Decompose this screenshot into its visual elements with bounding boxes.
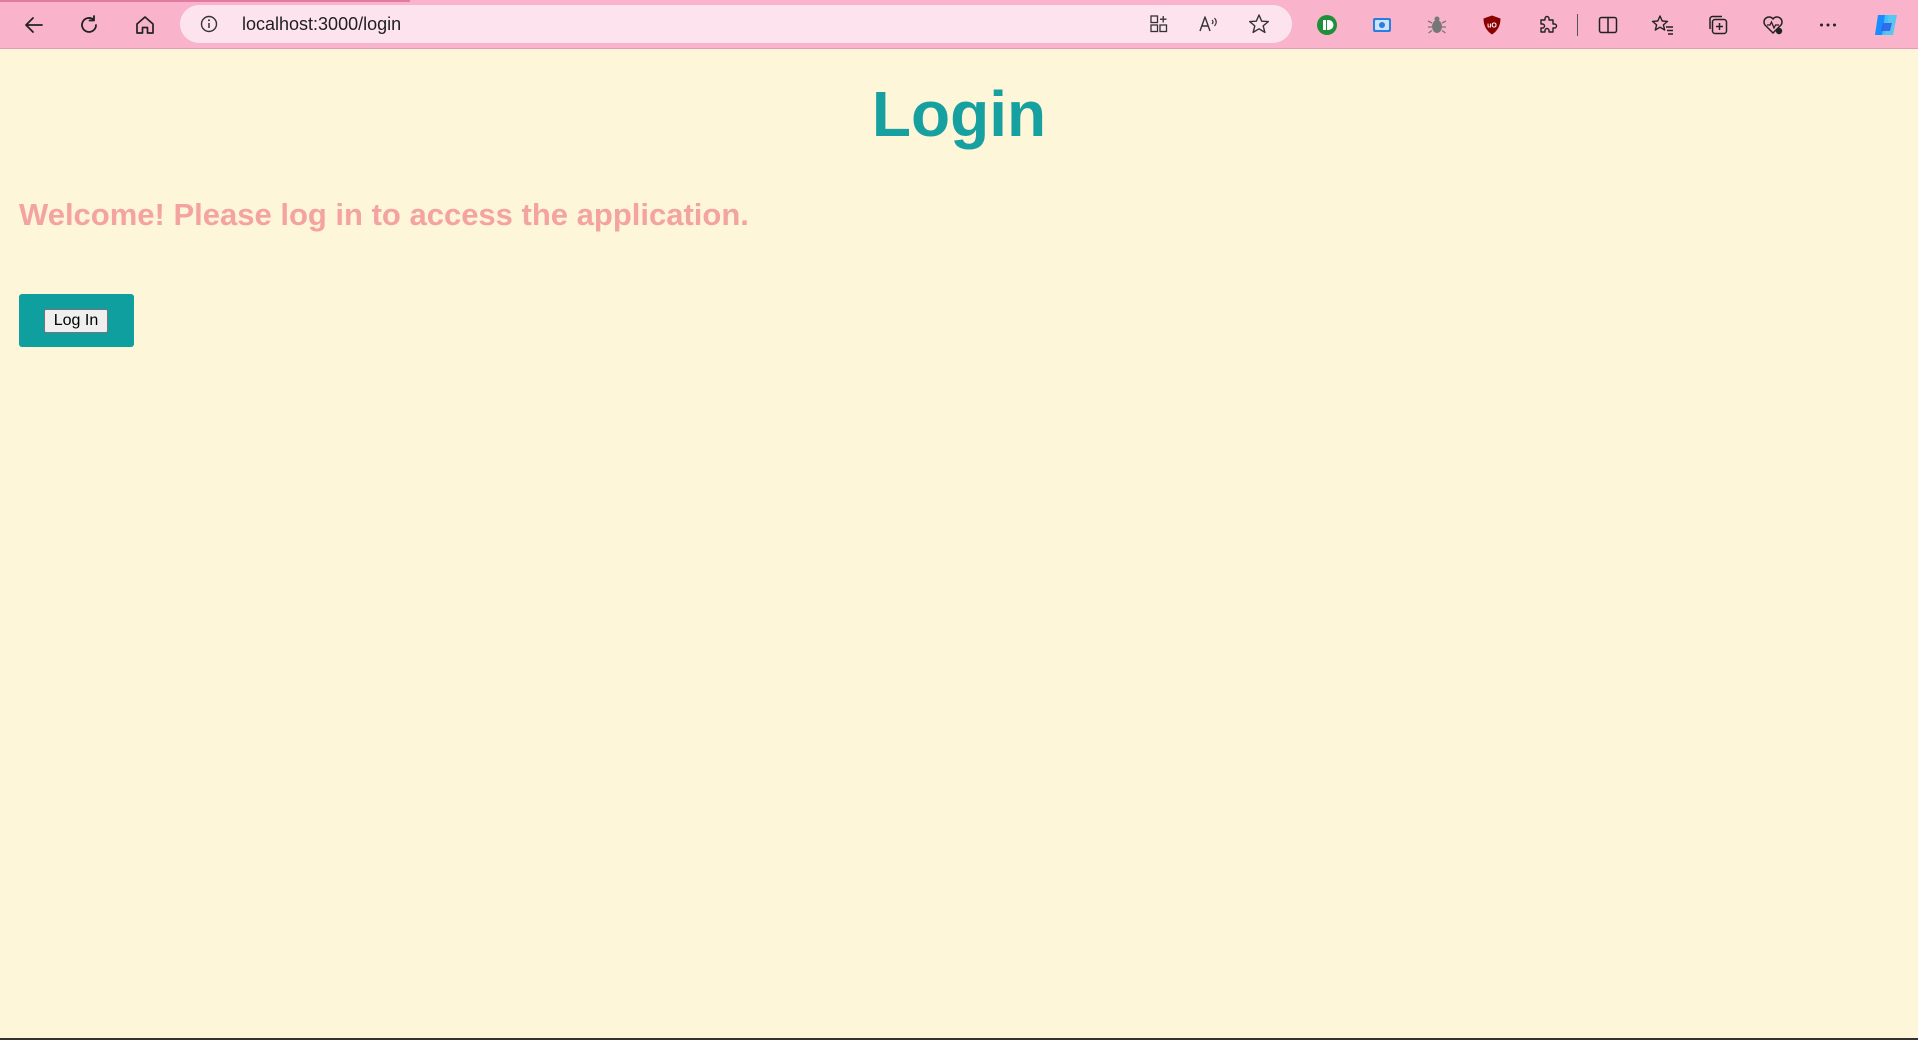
bug-icon bbox=[1427, 16, 1447, 34]
back-button[interactable] bbox=[16, 7, 52, 43]
browser-essentials-button[interactable] bbox=[1755, 7, 1791, 43]
home-button[interactable] bbox=[127, 7, 163, 43]
address-bar[interactable]: localhost:3000/login bbox=[180, 5, 1292, 43]
welcome-message: Welcome! Please log in to access the app… bbox=[19, 197, 749, 232]
bug-button[interactable] bbox=[1419, 7, 1455, 43]
favorites-list-icon bbox=[1651, 15, 1673, 35]
toolbar-divider bbox=[1577, 14, 1578, 36]
green-extension-icon bbox=[1317, 15, 1337, 35]
screen-capture-icon bbox=[1373, 18, 1391, 32]
copilot-button[interactable] bbox=[1868, 7, 1904, 43]
favorite-star-icon bbox=[1249, 14, 1269, 34]
favorite-button[interactable] bbox=[1248, 13, 1270, 35]
app-available-button[interactable] bbox=[1148, 13, 1170, 35]
extensions-button[interactable] bbox=[1529, 7, 1565, 43]
more-menu-icon bbox=[1820, 23, 1836, 27]
extensions-puzzle-icon bbox=[1540, 15, 1558, 33]
split-screen-button[interactable] bbox=[1590, 7, 1626, 43]
login-button-container: Log In bbox=[19, 294, 134, 347]
home-icon bbox=[136, 16, 154, 34]
refresh-icon bbox=[81, 15, 97, 33]
ublock-button[interactable]: uO bbox=[1474, 7, 1510, 43]
svg-text:uO: uO bbox=[1487, 23, 1497, 30]
refresh-button[interactable] bbox=[71, 7, 107, 43]
split-screen-icon bbox=[1598, 16, 1618, 34]
browser-essentials-icon bbox=[1763, 16, 1783, 35]
back-arrow-icon bbox=[25, 17, 43, 33]
green-extension-button[interactable] bbox=[1309, 7, 1345, 43]
read-aloud-button[interactable] bbox=[1198, 13, 1220, 35]
favorites-button[interactable] bbox=[1645, 7, 1681, 43]
collections-icon bbox=[1709, 15, 1728, 35]
browser-toolbar: localhost:3000/login uO bbox=[0, 0, 1918, 49]
url-text[interactable]: localhost:3000/login bbox=[242, 5, 401, 43]
more-menu-button[interactable] bbox=[1810, 7, 1846, 43]
screen-capture-button[interactable] bbox=[1364, 7, 1400, 43]
app-available-icon bbox=[1150, 15, 1168, 33]
tab-accent-line bbox=[0, 0, 410, 2]
site-info-icon[interactable] bbox=[200, 15, 218, 33]
read-aloud-icon bbox=[1199, 16, 1217, 32]
ublock-shield-icon: uO bbox=[1483, 15, 1501, 35]
collections-button[interactable] bbox=[1700, 7, 1736, 43]
page-title: Login bbox=[871, 78, 1047, 150]
copilot-icon bbox=[1875, 15, 1897, 35]
login-button[interactable]: Log In bbox=[44, 309, 108, 333]
